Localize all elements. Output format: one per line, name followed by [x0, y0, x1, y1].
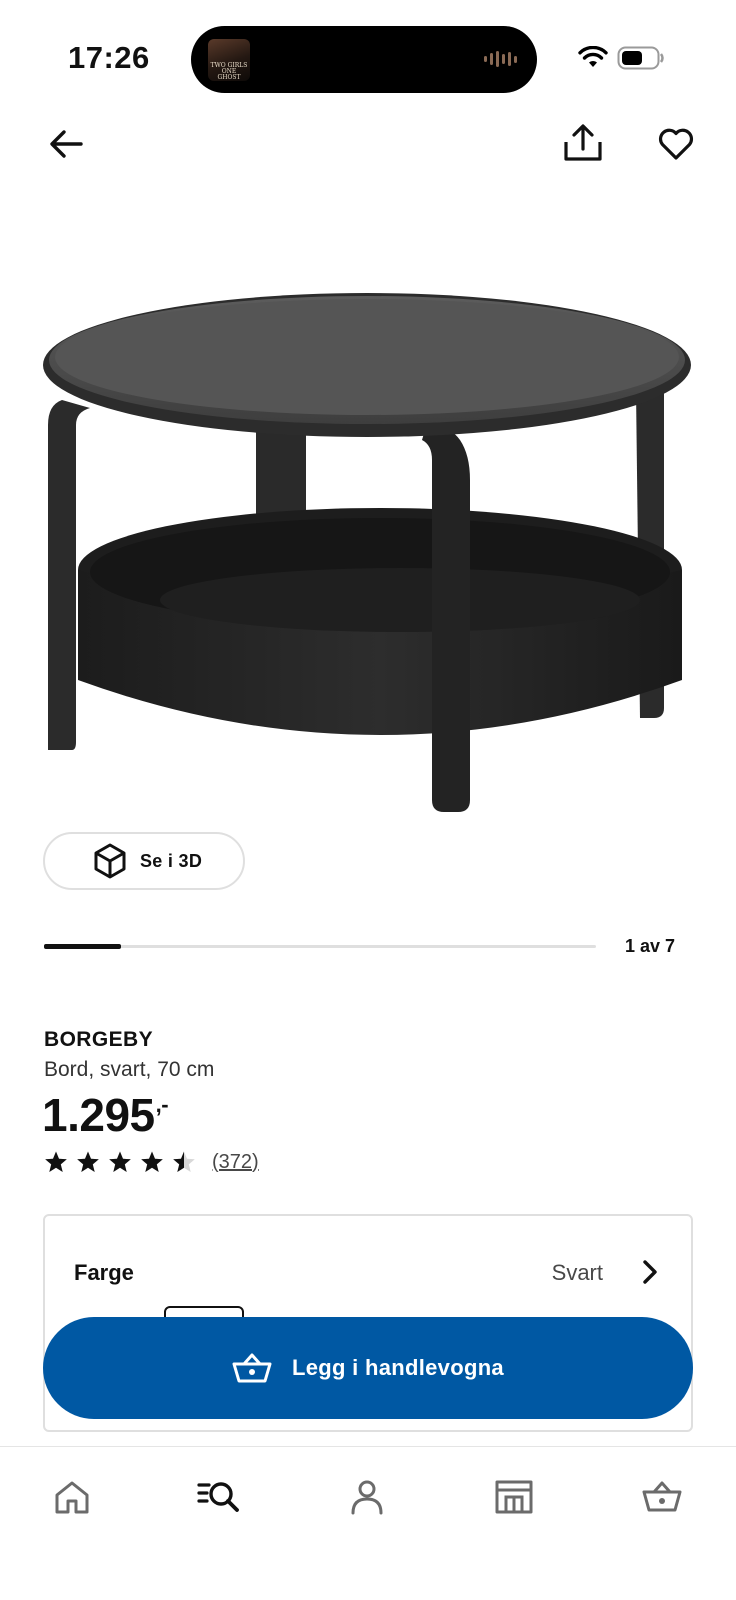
product-name: BORGEBY: [44, 1028, 153, 1051]
arrow-left-icon: [50, 130, 83, 158]
tab-home[interactable]: [46, 1471, 98, 1523]
person-icon: [351, 1480, 383, 1515]
tab-search[interactable]: [193, 1471, 245, 1523]
share-button[interactable]: [560, 120, 606, 166]
product-image[interactable]: [40, 290, 696, 830]
tab-store[interactable]: [488, 1471, 540, 1523]
add-to-cart-label: Legg i handlevogna: [292, 1355, 504, 1380]
cube-icon: [94, 843, 126, 879]
now-playing-artwork: TWO GIRLS ONE GHOST: [208, 39, 250, 81]
wifi-icon: [578, 46, 608, 67]
basket-icon: [642, 1481, 682, 1512]
review-count-link[interactable]: (372): [212, 1151, 259, 1174]
chevron-right-icon: [635, 1257, 665, 1287]
price-suffix: ,-: [155, 1092, 169, 1117]
share-icon: [564, 124, 602, 161]
heart-icon: [658, 128, 694, 160]
search-icon: [197, 1482, 239, 1512]
color-title: Farge: [74, 1260, 134, 1285]
rating-stars: [44, 1150, 196, 1174]
now-playing-artwork-text: TWO GIRLS ONE GHOST: [210, 62, 248, 81]
favorite-button[interactable]: [654, 122, 698, 166]
product-description: Bord, svart, 70 cm: [44, 1058, 215, 1081]
gallery-progress-fill: [44, 944, 122, 949]
tab-profile[interactable]: [341, 1471, 393, 1523]
audio-waveform-icon: [484, 51, 517, 67]
color-value: Svart: [551, 1260, 603, 1285]
back-button[interactable]: [44, 122, 88, 166]
basket-icon: [232, 1353, 272, 1383]
bottom-tab-bar: [0, 1446, 736, 1600]
gallery-counter: 1 av 7: [625, 936, 676, 956]
dynamic-island[interactable]: TWO GIRLS ONE GHOST: [191, 26, 537, 93]
tab-cart[interactable]: [636, 1471, 688, 1523]
view-in-3d-button[interactable]: Se i 3D: [43, 832, 245, 890]
star-icon: [109, 1151, 131, 1172]
gallery-progress: [44, 944, 596, 949]
star-icon: [45, 1151, 67, 1172]
price-amount: 1.295: [42, 1089, 155, 1141]
star-icon: [77, 1151, 99, 1172]
product-rating[interactable]: (372): [44, 1150, 259, 1174]
product-price: 1.295 ,-: [42, 1088, 169, 1142]
home-icon: [55, 1481, 89, 1514]
add-to-cart-button[interactable]: Legg i handlevogna: [43, 1317, 693, 1419]
star-icon: [173, 1151, 195, 1172]
view-in-3d-label: Se i 3D: [140, 850, 203, 871]
status-time: 17:26: [68, 40, 150, 75]
battery-icon: [617, 46, 664, 70]
star-icon: [141, 1151, 163, 1172]
store-icon: [495, 1480, 533, 1514]
